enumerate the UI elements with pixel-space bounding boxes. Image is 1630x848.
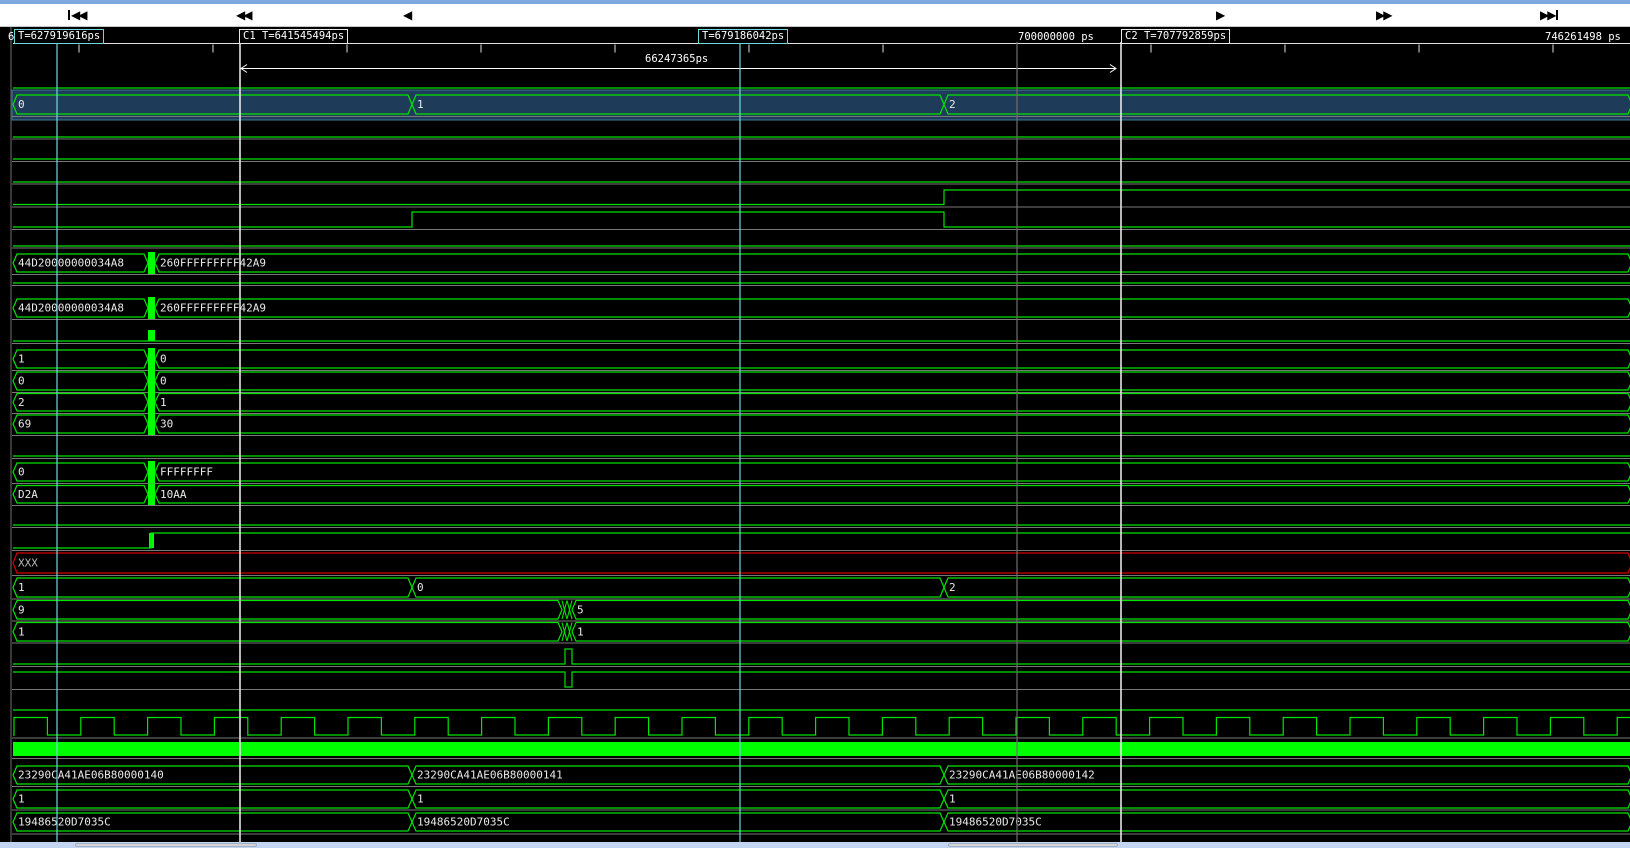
- transition-cluster: [148, 370, 155, 392]
- max-time-label: 746261498 ps: [1545, 31, 1621, 43]
- bus-value-label: 0: [160, 375, 167, 388]
- transition-cluster: [148, 461, 155, 483]
- bus-value-label: 260FFFFFFFFF42A9: [160, 302, 266, 315]
- bus-value-label: 44D20000000034A8: [18, 302, 124, 315]
- secondary-marker-box[interactable]: T=679186042ps: [698, 29, 788, 44]
- waveform-viewer-window: ◀◀ ◀◀ ◀ ▶ ▶▶ ▶▶ 01244D20000000034A8260FF…: [0, 0, 1630, 848]
- transition-cluster: [148, 413, 155, 435]
- bus-value-label: 23290CA41AE06B80000141: [417, 769, 563, 782]
- bus-value-label: 9: [18, 603, 25, 616]
- filled-activity-band: [13, 742, 1630, 756]
- glitch-bar: [148, 330, 155, 341]
- bus-value-label: 260FFFFFFFFF42A9: [160, 257, 266, 270]
- c2-marker-box[interactable]: C2 T=707792859ps: [1121, 29, 1230, 44]
- bus-value-label: 2: [18, 396, 25, 409]
- bus-value-label: XXX: [18, 557, 38, 570]
- bus-value-label: 1: [577, 625, 584, 638]
- transition-cluster: [148, 297, 155, 319]
- bus-value-label: 10AA: [160, 488, 187, 501]
- bus-value-label: 0: [18, 98, 25, 111]
- transition-cluster: [148, 348, 155, 370]
- bus-value-label: 19486520D7035C: [417, 816, 510, 829]
- bus-value-label: 0: [160, 353, 167, 366]
- transition-cluster: [148, 252, 155, 274]
- bus-value-label: 2: [949, 581, 956, 594]
- transition-cluster: [148, 392, 155, 414]
- bus-value-label: 44D20000000034A8: [18, 257, 124, 270]
- bus-value-label: 2: [949, 98, 956, 111]
- bus-value-label: 19486520D7035C: [949, 816, 1042, 829]
- bus-value-label: 1: [18, 581, 25, 594]
- bus-value-label: 5: [577, 603, 584, 616]
- bus-value-label: 0: [417, 581, 424, 594]
- bus-value-label: 1: [417, 793, 424, 806]
- marker-delta-label: 66247365ps: [645, 53, 708, 65]
- bus-value-label: 19486520D7035C: [18, 816, 111, 829]
- c1-marker-box[interactable]: C1 T=641545494ps: [239, 29, 348, 44]
- bus-value-label: 23290CA41AE06B80000140: [18, 769, 164, 782]
- bus-value-label: 1: [160, 396, 167, 409]
- bus-value-label: 1: [18, 353, 25, 366]
- bus-value-label: 0: [18, 375, 25, 388]
- bus-value-label: 1: [18, 625, 25, 638]
- bus-value-label: 1: [949, 793, 956, 806]
- bus-value-label: 1: [417, 98, 424, 111]
- waveform-row[interactable]: 0 1 2: [12, 90, 1630, 120]
- bus-value-label: 23290CA41AE06B80000142: [949, 769, 1095, 782]
- bus-value-label: 1: [18, 793, 25, 806]
- primary-marker-box[interactable]: T=627919616ps: [14, 29, 104, 44]
- bus-value-label: D2A: [18, 488, 38, 501]
- bus-value-label: FFFFFFFF: [160, 466, 213, 479]
- waveform-canvas[interactable]: 0 1 2 44D20000000034A8 260FFFFFFFFF42A9 44D20…: [0, 0, 1630, 848]
- bus-value-label: 0: [18, 466, 25, 479]
- hscroll-thumb-right[interactable]: [948, 843, 1118, 847]
- hscroll-thumb-left[interactable]: [75, 843, 257, 847]
- horizontal-scrollbar[interactable]: [0, 842, 1630, 848]
- bus-value-label: 30: [160, 418, 173, 431]
- ruler-time-label: 700000000 ps: [1018, 31, 1094, 43]
- bus-value-label: 69: [18, 418, 31, 431]
- transition-cluster: [148, 484, 155, 506]
